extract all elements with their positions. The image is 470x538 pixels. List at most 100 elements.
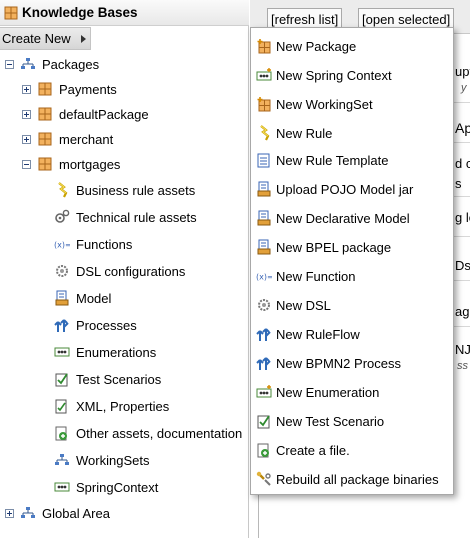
dsl-icon (256, 297, 272, 313)
expand-toggle-icon[interactable] (22, 134, 31, 144)
menu-item-label: Rebuild all package binaries (276, 471, 439, 487)
tree-item-dsl-configurations[interactable]: DSL configurations (54, 261, 185, 281)
tree-label: XML, Properties (76, 398, 170, 414)
package-icon (37, 156, 53, 172)
collapse-toggle-icon[interactable] (5, 59, 14, 69)
tree-item-workingsets[interactable]: WorkingSets (54, 450, 149, 470)
menu-item-upload-pojo-jar[interactable]: Upload POJO Model jar (251, 175, 453, 203)
tree-item-packages[interactable]: Packages (5, 54, 99, 74)
tree-item-other-assets[interactable]: Other assets, documentation (54, 423, 242, 443)
tree-item-model[interactable]: Model (54, 288, 111, 308)
dsl-icon (54, 263, 70, 279)
enumeration-icon (54, 344, 70, 360)
tree-item-xml-properties[interactable]: XML, Properties (54, 396, 169, 416)
tree-item-technical-rule-assets[interactable]: Technical rule assets (54, 207, 197, 227)
menu-item-new-declarative-model[interactable]: New Declarative Model (251, 204, 453, 232)
menu-item-label: New WorkingSet (276, 96, 373, 112)
new-rule-icon (256, 125, 272, 141)
menu-item-new-test-scenario[interactable]: New Test Scenario (251, 407, 453, 435)
menu-item-new-spring-context[interactable]: New Spring Context (251, 61, 453, 89)
tree-label: Other assets, documentation (76, 425, 243, 441)
svg-text:(x)=: (x)= (256, 273, 272, 282)
menu-item-new-enumeration[interactable]: New Enumeration (251, 378, 453, 406)
menu-item-label: New Function (276, 268, 356, 284)
menu-item-label: New Rule Template (276, 152, 389, 168)
menu-item-label: New Rule (276, 125, 333, 141)
expand-toggle-icon[interactable] (22, 84, 31, 94)
content-fragment: upt (455, 64, 470, 79)
package-icon (37, 106, 53, 122)
tree-label: SpringContext (76, 479, 159, 495)
menu-item-new-bpel-package[interactable]: New BPEL package (251, 233, 453, 261)
tree-label: DSL configurations (76, 263, 186, 279)
declarative-model-icon (256, 210, 272, 226)
tree-item-enumerations[interactable]: Enumerations (54, 342, 156, 362)
content-fragment: NJA (455, 342, 470, 357)
collapse-toggle-icon[interactable] (22, 159, 31, 169)
menu-item-new-ruleflow[interactable]: New RuleFlow (251, 320, 453, 348)
tree-item-functions[interactable]: (x)= Functions (54, 234, 132, 254)
packages-hierarchy-icon (20, 56, 36, 72)
new-package-icon (256, 38, 272, 54)
tree-label: Business rule assets (76, 182, 196, 198)
knowledge-base-icon (3, 5, 19, 21)
tree-label: Test Scenarios (76, 371, 162, 387)
spring-context-icon (54, 479, 70, 495)
create-file-icon (256, 442, 272, 458)
menu-item-label: New Declarative Model (276, 210, 410, 226)
tree-item-springcontext[interactable]: SpringContext (54, 477, 158, 497)
expand-toggle-icon[interactable] (22, 109, 31, 119)
panel-title: Knowledge Bases (22, 5, 138, 20)
tree-label: Payments (59, 81, 117, 97)
menu-item-new-function[interactable]: (x)= New Function (251, 262, 453, 290)
tree-item-processes[interactable]: Processes (54, 315, 137, 335)
package-icon (37, 81, 53, 97)
other-assets-icon (54, 425, 70, 441)
menu-item-create-file[interactable]: Create a file. (251, 436, 453, 464)
tree-label: mortgages (59, 156, 121, 172)
tree-item-test-scenarios[interactable]: Test Scenarios (54, 369, 161, 389)
package-icon (37, 131, 53, 147)
content-fragment: y (461, 82, 467, 94)
tree-label: Global Area (42, 505, 110, 521)
tree-item-business-rule-assets[interactable]: Business rule assets (54, 180, 195, 200)
create-new-button[interactable]: Create New (0, 27, 91, 50)
menu-item-new-package[interactable]: New Package (251, 32, 453, 60)
svg-text:(x)=: (x)= (54, 241, 70, 250)
content-fragment: age (455, 304, 470, 319)
menu-item-label: New RuleFlow (276, 326, 360, 342)
tree-item-mortgages[interactable]: mortgages (22, 154, 120, 174)
menu-item-label: Upload POJO Model jar (276, 181, 414, 197)
menu-item-label: New Enumeration (276, 384, 380, 400)
process-icon (54, 317, 70, 333)
global-area-hierarchy-icon (20, 505, 36, 521)
tree-label: Functions (76, 236, 133, 252)
content-fragment: Ds (455, 258, 470, 273)
xml-icon (54, 398, 70, 414)
tree-item-merchant[interactable]: merchant (22, 129, 113, 149)
tree-item-payments[interactable]: Payments (22, 79, 117, 99)
tree-label: Enumerations (76, 344, 157, 360)
tree-label: WorkingSets (76, 452, 150, 468)
content-fragment: s (455, 176, 462, 191)
menu-item-new-workingset[interactable]: New WorkingSet (251, 90, 453, 118)
menu-item-rebuild-binaries[interactable]: Rebuild all package binaries (251, 465, 453, 493)
content-fragment: g le (455, 210, 470, 225)
menu-item-label: New BPEL package (276, 239, 392, 255)
tree-label: Processes (76, 317, 137, 333)
menu-item-label: Create a file. (276, 442, 350, 458)
tree-item-global-area[interactable]: Global Area (5, 503, 110, 523)
tree-label: defaultPackage (59, 106, 149, 122)
menu-item-new-rule-template[interactable]: New Rule Template (251, 146, 453, 174)
menu-item-new-dsl[interactable]: New DSL (251, 291, 453, 319)
content-fragment: ss (457, 360, 468, 372)
menu-item-label: New Package (276, 38, 357, 54)
rule-template-icon (256, 152, 272, 168)
menu-item-label: New Spring Context (276, 67, 392, 83)
expand-toggle-icon[interactable] (5, 508, 14, 518)
submenu-arrow-icon (81, 35, 86, 43)
tree-item-defaultpackage[interactable]: defaultPackage (22, 104, 149, 124)
menu-item-new-bpmn2-process[interactable]: New BPMN2 Process (251, 349, 453, 377)
new-spring-context-icon (256, 67, 272, 83)
menu-item-new-rule[interactable]: New Rule (251, 119, 453, 147)
